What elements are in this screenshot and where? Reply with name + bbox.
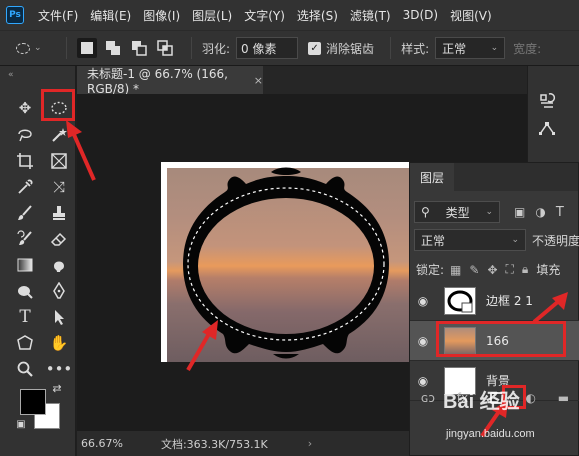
collapse-icon[interactable]: « [8,70,14,80]
lock-position-icon[interactable]: ✥ [487,263,497,277]
type-filter-icon[interactable]: T [556,205,564,220]
layer-thumbnail [444,286,476,315]
eye-icon[interactable]: ◉ [410,334,436,348]
layer-name: 边框 2 1 [486,294,533,308]
menu-bar: Ps 文件(F) 编辑(E) 图像(I) 图层(L) 文字(Y) 选择(S) 滤… [0,0,579,30]
add-selection-button[interactable] [103,38,123,58]
shape-icon[interactable] [12,330,38,356]
annotation-arrow [186,320,218,372]
blend-mode-value: 正常 [421,233,446,248]
menu-type[interactable]: 文字(Y) [244,7,285,24]
watermark-url: jingyan.baidu.com [446,428,535,440]
menu-3d[interactable]: 3D(D) [403,8,438,22]
blur-icon[interactable] [46,252,72,278]
annotation-highlight [41,89,75,121]
tab-layers[interactable]: 图层 [410,163,455,191]
lasso-icon[interactable] [12,122,38,148]
swap-colors-icon[interactable]: ⇄ [50,381,64,395]
layer-filter-row: ⚲ 类型 ⌄ ▣ ◑ T [410,201,579,223]
chevron-down-icon: ⌄ [511,235,519,245]
gradient-icon[interactable] [12,252,38,278]
watermark-logo: Bai 经验 [443,391,520,413]
document-tab-title: 未标题-1 @ 66.7% (166, RGB/8) * [87,66,228,96]
layers-panel-header: 图层 [410,163,578,191]
eraser-icon[interactable] [46,226,72,252]
annotation-highlight [436,321,566,357]
default-colors-icon[interactable]: ▣ [14,417,28,431]
blend-mode-row: 正常 ⌄ 不透明度 [410,229,579,251]
document-info: 文档:363.3K/753.1K [160,437,268,451]
path-select-icon[interactable] [46,304,72,330]
zoom-level: 66.67% [81,437,123,450]
opacity-label: 不透明度 [531,233,579,248]
chevron-down-icon: ⌄ [485,207,493,217]
menu-filter[interactable]: 滤镜(T) [350,7,391,24]
menu-image[interactable]: 图像(I) [143,7,180,24]
lock-artboard-icon[interactable]: ⛶ [506,262,514,277]
lock-all-icon[interactable]: 🔒︎ [522,262,528,277]
eye-icon[interactable]: ◉ [410,294,436,308]
search-icon: ⚲ [421,205,430,219]
lock-row: 锁定: ▦ ✎ ✥ ⛶ 🔒︎ 填充 [410,261,579,278]
document-tab[interactable]: 未标题-1 @ 66.7% (166, RGB/8) * × [77,66,263,96]
chevron-down-icon: ⌄ [34,43,42,53]
layer-filter-select[interactable]: ⚲ 类型 ⌄ [414,201,500,223]
chevron-down-icon: ⌄ [490,43,499,53]
photoshop-logo: Ps [6,6,24,24]
chevron-right-icon[interactable]: › [308,437,312,450]
divider [390,37,392,59]
history-brush-icon[interactable] [12,226,38,252]
document-tab-bar: 未标题-1 @ 66.7% (166, RGB/8) * × [77,66,527,96]
history-panel-icon[interactable] [534,88,560,114]
elliptical-marquee-icon [16,42,30,54]
antialias-label: 消除锯齿 [326,41,375,56]
foreground-color-swatch[interactable] [20,389,46,415]
new-selection-button[interactable] [77,38,97,58]
annotation-arrow [532,292,568,324]
brush-icon[interactable] [12,200,38,226]
menu-edit[interactable]: 编辑(E) [90,7,131,24]
paths-panel-icon[interactable] [534,116,560,142]
menu-file[interactable]: 文件(F) [38,7,78,24]
antialias-checkbox[interactable]: ✓ [308,41,322,55]
image-filter-icon[interactable]: ▣ [514,205,525,219]
more-icon[interactable]: ••• [46,356,73,382]
type-icon[interactable]: T [12,304,38,330]
feather-label: 羽化: [202,41,231,56]
blend-mode-select[interactable]: 正常 ⌄ [414,229,526,251]
move-icon[interactable]: ✥ [12,95,38,121]
menu-layer[interactable]: 图层(L) [192,7,232,24]
style-value: 正常 [442,41,467,56]
folder-icon[interactable]: ▬ [558,391,569,405]
options-bar: ⌄ 羽化: 0 像素 ✓ 消除锯齿 样式: 正常 ⌄ 宽度: [0,30,579,66]
link-layers-icon[interactable]: ɢɔ [421,391,435,405]
intersect-selection-button[interactable] [155,38,175,58]
lock-transparent-icon[interactable]: ▦ [450,263,461,277]
divider [191,37,192,59]
fill-label: 填充 [536,263,561,277]
annotation-arrow [66,120,96,181]
adjustment-filter-icon[interactable]: ◑ [535,205,545,219]
menu-select[interactable]: 选择(S) [297,7,338,24]
hand-icon[interactable]: ✋ [46,330,72,356]
tool-preset-picker[interactable]: ⌄ [16,36,56,60]
close-icon[interactable]: × [254,74,263,87]
dodge-icon[interactable] [12,278,38,304]
divider [66,37,67,59]
stamp-icon[interactable] [46,200,72,226]
zoom-icon[interactable] [12,356,38,382]
style-label: 样式: [401,41,430,56]
lock-pixels-icon[interactable]: ✎ [469,263,479,277]
lock-label: 锁定: [416,263,445,277]
menu-view[interactable]: 视图(V) [450,7,492,24]
feather-input[interactable]: 0 像素 [236,37,299,59]
style-select[interactable]: 正常 ⌄ [435,37,506,59]
width-label: 宽度: [513,41,542,56]
subtract-selection-button[interactable] [129,38,149,58]
layer-filter-label: 类型 [445,205,470,220]
pen-icon[interactable] [46,278,72,304]
adjustment-layer-icon[interactable]: ◐ [526,391,536,405]
crop-icon[interactable] [12,148,38,174]
eyedropper-icon[interactable] [12,174,38,200]
